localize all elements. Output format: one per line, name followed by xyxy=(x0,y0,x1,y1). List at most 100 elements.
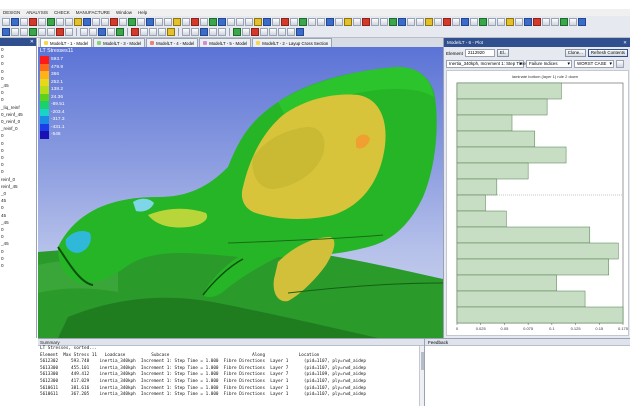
row2-tool-icon-17[interactable] xyxy=(149,28,157,36)
tree-item[interactable]: 0 xyxy=(0,53,36,60)
row1-tool-icon-1[interactable] xyxy=(11,18,19,26)
tree-item[interactable]: 45 xyxy=(0,212,36,219)
row1-tool-icon-25[interactable] xyxy=(227,18,235,26)
row1-tool-icon-28[interactable] xyxy=(254,18,262,26)
menu-item-manufacture[interactable]: MANUFACTURE xyxy=(76,9,110,16)
tree-item[interactable]: _45 xyxy=(0,240,36,247)
tree-item[interactable]: _45 xyxy=(0,82,36,89)
row1-tool-icon-8[interactable] xyxy=(74,18,82,26)
tab-model-5[interactable]: ModelLT - 2 - Layup Cross Section xyxy=(252,38,333,47)
tree-item[interactable]: 0 xyxy=(0,140,36,147)
tree-item[interactable]: 0_reinf_0 xyxy=(0,118,36,125)
row2-tool-icon-16[interactable] xyxy=(140,28,148,36)
row2-tool-icon-19[interactable] xyxy=(167,28,175,36)
case-select[interactable]: WORST CASE xyxy=(574,60,614,68)
row1-tool-icon-14[interactable] xyxy=(128,18,136,26)
row1-tool-icon-20[interactable] xyxy=(182,18,190,26)
row2-tool-icon-32[interactable] xyxy=(278,28,286,36)
tab-model-1[interactable]: ModelLT - 1 - Model xyxy=(40,38,93,47)
row1-tool-icon-64[interactable] xyxy=(578,18,586,26)
tree-item[interactable]: reinf_0 xyxy=(0,176,36,183)
row1-tool-icon-31[interactable] xyxy=(281,18,289,26)
tree-item[interactable]: 0 xyxy=(0,132,36,139)
row1-tool-icon-32[interactable] xyxy=(290,18,298,26)
row1-tool-icon-10[interactable] xyxy=(92,18,100,26)
row2-tool-icon-25[interactable] xyxy=(218,28,226,36)
row1-tool-icon-37[interactable] xyxy=(335,18,343,26)
row1-tool-icon-55[interactable] xyxy=(497,18,505,26)
tree-item[interactable]: 0 xyxy=(0,46,36,53)
row1-tool-icon-43[interactable] xyxy=(389,18,397,26)
row1-tool-icon-62[interactable] xyxy=(560,18,568,26)
clone-button[interactable]: Clone... xyxy=(564,49,586,57)
row1-tool-icon-12[interactable] xyxy=(110,18,118,26)
el-button[interactable]: El.. xyxy=(496,49,510,57)
row1-tool-icon-38[interactable] xyxy=(344,18,352,26)
row1-tool-icon-60[interactable] xyxy=(542,18,550,26)
tree-item[interactable]: 0 xyxy=(0,96,36,103)
menu-item-window[interactable]: Window xyxy=(116,9,132,16)
row1-tool-icon-26[interactable] xyxy=(236,18,244,26)
tree-item[interactable]: _liq_reinf xyxy=(0,104,36,111)
menu-item-analysis[interactable]: ANALYSIS xyxy=(26,9,48,16)
row1-tool-icon-42[interactable] xyxy=(380,18,388,26)
row2-tool-icon-34[interactable] xyxy=(296,28,304,36)
row1-tool-icon-44[interactable] xyxy=(398,18,406,26)
row1-tool-icon-61[interactable] xyxy=(551,18,559,26)
menu-item-design[interactable]: DESIGN xyxy=(3,9,20,16)
row1-tool-icon-29[interactable] xyxy=(263,18,271,26)
tab-model-4[interactable]: ModelLT - 5 - Model xyxy=(199,38,252,47)
refresh-contents-button[interactable]: Refresh Contents xyxy=(587,49,628,57)
plot-tab[interactable]: ModelLT - 6 - Plot xyxy=(447,40,483,45)
row1-tool-icon-27[interactable] xyxy=(245,18,253,26)
tree-item[interactable]: 0_reinf_45 xyxy=(0,111,36,118)
failure-mode-select[interactable]: Failure Indices xyxy=(526,60,572,68)
tree-item[interactable]: 0 xyxy=(0,226,36,233)
row1-tool-icon-39[interactable] xyxy=(353,18,361,26)
row1-tool-icon-9[interactable] xyxy=(83,18,91,26)
settings-icon[interactable] xyxy=(616,60,624,68)
row1-tool-icon-24[interactable] xyxy=(218,18,226,26)
row1-tool-icon-46[interactable] xyxy=(416,18,424,26)
row1-tool-icon-53[interactable] xyxy=(479,18,487,26)
row2-tool-icon-21[interactable] xyxy=(182,28,190,36)
row1-tool-icon-57[interactable] xyxy=(515,18,523,26)
row2-tool-icon-1[interactable] xyxy=(11,28,19,36)
row1-tool-icon-6[interactable] xyxy=(56,18,64,26)
row2-tool-icon-9[interactable] xyxy=(80,28,88,36)
row1-tool-icon-5[interactable] xyxy=(47,18,55,26)
row1-tool-icon-34[interactable] xyxy=(308,18,316,26)
tree-item[interactable]: 0 xyxy=(0,154,36,161)
row1-tool-icon-22[interactable] xyxy=(200,18,208,26)
tab-model-2[interactable]: ModelLT - 3 - Model xyxy=(93,38,146,47)
row1-tool-icon-30[interactable] xyxy=(272,18,280,26)
row1-tool-icon-49[interactable] xyxy=(443,18,451,26)
row2-tool-icon-24[interactable] xyxy=(209,28,217,36)
tree-item[interactable]: 45 xyxy=(0,197,36,204)
row1-tool-icon-51[interactable] xyxy=(461,18,469,26)
3d-viewport[interactable]: LT Stresses11 593.7 479.9 366 252.1 138.2 24.… xyxy=(38,47,443,338)
row1-tool-icon-63[interactable] xyxy=(569,18,577,26)
row1-tool-icon-17[interactable] xyxy=(155,18,163,26)
close-icon[interactable]: ✕ xyxy=(30,38,34,46)
row1-tool-icon-13[interactable] xyxy=(119,18,127,26)
row1-tool-icon-47[interactable] xyxy=(425,18,433,26)
tree-item[interactable]: 0 xyxy=(0,204,36,211)
close-icon[interactable]: ✕ xyxy=(623,40,627,46)
tab-model-3[interactable]: ModelLT - 4 - Model xyxy=(146,38,199,47)
row1-tool-icon-33[interactable] xyxy=(299,18,307,26)
row1-tool-icon-2[interactable] xyxy=(20,18,28,26)
row1-tool-icon-58[interactable] xyxy=(524,18,532,26)
row1-tool-icon-54[interactable] xyxy=(488,18,496,26)
row2-tool-icon-11[interactable] xyxy=(98,28,106,36)
menu-item-check[interactable]: CHECK xyxy=(54,9,70,16)
element-field[interactable]: 2112920 xyxy=(464,49,495,57)
row1-tool-icon-36[interactable] xyxy=(326,18,334,26)
row1-tool-icon-50[interactable] xyxy=(452,18,460,26)
row2-tool-icon-10[interactable] xyxy=(89,28,97,36)
tree-item[interactable]: _45 xyxy=(0,219,36,226)
menu-item-help[interactable]: Help xyxy=(138,9,147,16)
row2-tool-icon-7[interactable] xyxy=(65,28,73,36)
tree-item[interactable]: 0 xyxy=(0,255,36,262)
row1-tool-icon-19[interactable] xyxy=(173,18,181,26)
